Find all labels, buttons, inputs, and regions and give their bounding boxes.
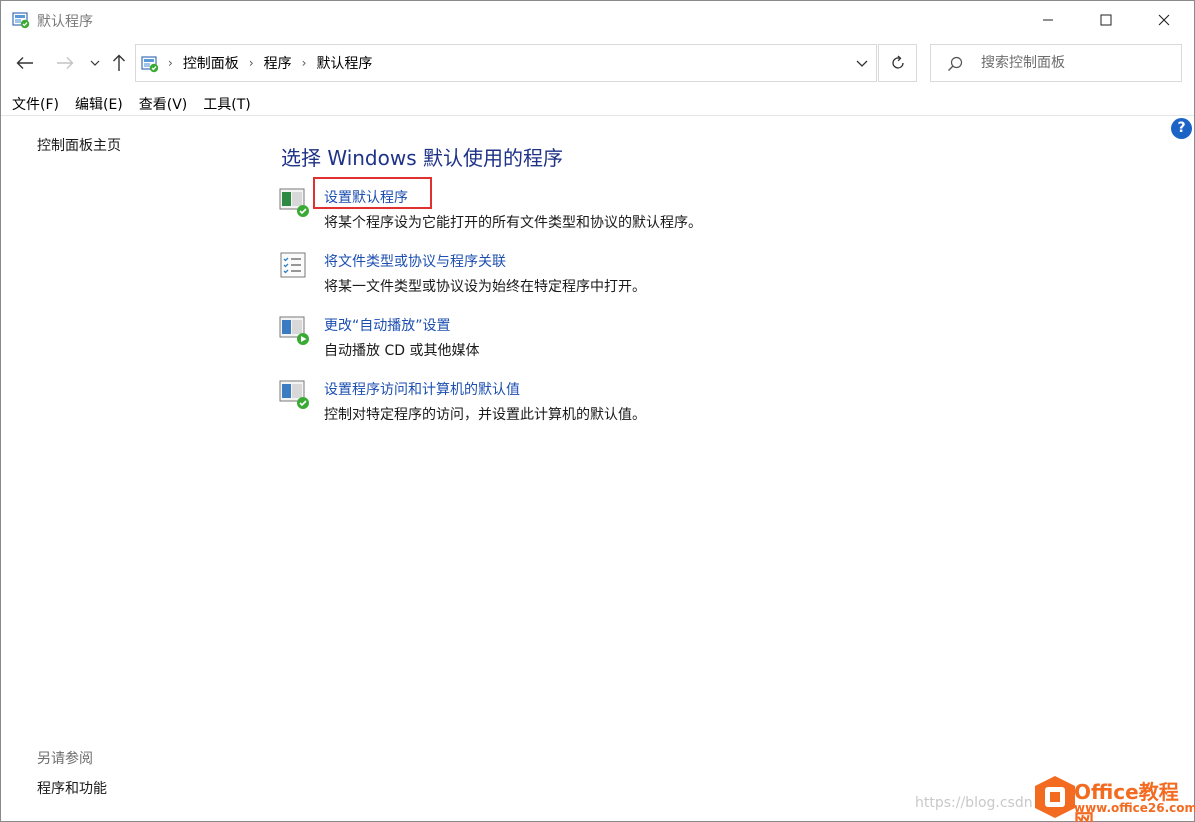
help-icon[interactable]: ?: [1171, 118, 1192, 139]
watermark-text: https://blog.csdn: [915, 795, 1033, 811]
breadcrumb-default-programs[interactable]: 默认程序: [316, 53, 372, 73]
see-also-heading: 另请参阅: [37, 751, 93, 767]
search-icon: [948, 56, 963, 71]
autoplay-settings-desc: 自动播放 CD 或其他媒体: [324, 343, 480, 359]
file-association-desc: 将某一文件类型或协议设为始终在特定程序中打开。: [324, 279, 646, 295]
maximize-button[interactable]: [1077, 1, 1135, 39]
autoplay-icon: [279, 316, 309, 345]
menu-edit[interactable]: 编辑(E): [67, 91, 131, 115]
refresh-icon: [891, 55, 904, 69]
forward-button[interactable]: [53, 51, 77, 75]
close-button[interactable]: [1135, 1, 1193, 39]
default-programs-icon: [279, 188, 309, 217]
menu-view[interactable]: 查看(V): [131, 91, 196, 115]
task-autoplay: 更改“自动播放”设置 自动播放 CD 或其他媒体: [279, 315, 979, 365]
back-arrow-icon: [16, 57, 33, 69]
refresh-button[interactable]: [878, 44, 917, 82]
control-panel-home-link[interactable]: 控制面板主页: [37, 135, 121, 155]
back-button[interactable]: [13, 51, 37, 75]
breadcrumb-separator[interactable]: ›: [249, 56, 254, 70]
autoplay-settings-link[interactable]: 更改“自动播放”设置: [324, 315, 451, 335]
file-association-icon: [280, 252, 306, 278]
breadcrumb-control-panel[interactable]: 控制面板: [183, 53, 239, 73]
breadcrumb-separator: ›: [168, 56, 173, 70]
office-brand-text: Office教程网: [1074, 780, 1179, 822]
minimize-button[interactable]: [1019, 1, 1077, 39]
recent-locations-button[interactable]: [83, 51, 107, 75]
search-box[interactable]: [930, 44, 1182, 82]
up-button[interactable]: [107, 51, 131, 75]
minimize-icon: [1043, 19, 1053, 21]
close-icon: [1158, 14, 1170, 26]
breadcrumb-programs[interactable]: 程序: [264, 53, 292, 73]
address-dropdown-icon[interactable]: [854, 55, 870, 71]
menu-file[interactable]: 文件(F): [1, 91, 67, 115]
chevron-down-icon: [90, 60, 100, 66]
file-association-link[interactable]: 将文件类型或协议与程序关联: [324, 251, 506, 271]
program-access-defaults-link[interactable]: 设置程序访问和计算机的默认值: [324, 379, 520, 399]
programs-and-features-link[interactable]: 程序和功能: [37, 778, 107, 798]
left-pane: 控制面板主页 另请参阅 程序和功能: [1, 116, 251, 821]
set-default-programs-desc: 将某个程序设为它能打开的所有文件类型和协议的默认程序。: [324, 215, 702, 231]
control-panel-app-icon: [12, 12, 30, 29]
navigation-bar: › 控制面板 › 程序 › 默认程序: [1, 43, 1194, 83]
menu-tools[interactable]: 工具(T): [195, 91, 258, 115]
program-access-defaults-desc: 控制对特定程序的访问，并设置此计算机的默认值。: [324, 407, 646, 423]
program-access-icon: [279, 380, 309, 409]
breadcrumb: › 控制面板 › 程序 › 默认程序: [168, 45, 372, 81]
task-program-access: 设置程序访问和计算机的默认值 控制对特定程序的访问，并设置此计算机的默认值。: [279, 379, 979, 429]
highlight-annotation-box: [313, 177, 432, 209]
office-url-text: www.office26.com: [1074, 801, 1195, 815]
title-bar: 默认程序: [1, 1, 1194, 39]
control-panel-icon: [141, 56, 159, 73]
maximize-icon: [1100, 14, 1112, 26]
window-title: 默认程序: [37, 14, 93, 30]
up-arrow-icon: [113, 54, 125, 71]
task-file-association: 将文件类型或协议与程序关联 将某一文件类型或协议设为始终在特定程序中打开。: [279, 251, 979, 301]
search-input[interactable]: [981, 53, 1171, 73]
breadcrumb-separator[interactable]: ›: [302, 56, 307, 70]
address-bar[interactable]: › 控制面板 › 程序 › 默认程序: [135, 44, 877, 82]
forward-arrow-icon: [57, 57, 74, 69]
page-title: 选择 Windows 默认使用的程序: [281, 146, 563, 170]
menu-bar: 文件(F) 编辑(E) 查看(V) 工具(T): [1, 91, 259, 115]
office-logo-icon: [1035, 776, 1075, 818]
window: 默认程序 › 控制面板 › 程序 › 默认程序 搜索控制面板 文件(F) 编辑(…: [0, 0, 1195, 822]
